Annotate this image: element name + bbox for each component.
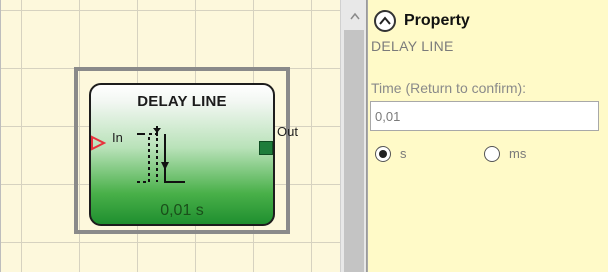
input-port-arrow-icon[interactable] xyxy=(90,135,106,151)
scrollbar-thumb[interactable] xyxy=(344,30,364,272)
block-delay-value: 0,01 s xyxy=(160,202,204,219)
input-port-label: In xyxy=(112,130,123,145)
unit-radio-ms[interactable] xyxy=(484,146,500,162)
delay-signal-icon xyxy=(137,126,185,183)
scroll-up-arrow-icon[interactable] xyxy=(341,6,368,26)
output-port[interactable] xyxy=(259,141,273,155)
component-name: DELAY LINE xyxy=(371,38,454,54)
time-field-label: Time (Return to confirm): xyxy=(371,80,527,96)
vertical-scrollbar[interactable] xyxy=(340,0,367,272)
unit-radio-s[interactable] xyxy=(375,146,391,162)
property-panel-header: Property xyxy=(374,10,470,32)
collapse-button[interactable] xyxy=(374,10,396,32)
unit-label-s: s xyxy=(400,146,407,161)
chevron-up-icon xyxy=(379,16,391,25)
output-port-label: Out xyxy=(277,124,298,139)
property-panel-title: Property xyxy=(404,12,470,29)
diagram-canvas[interactable]: DELAY LINE In 0,01 s Out xyxy=(0,0,340,272)
block-title: DELAY LINE xyxy=(137,93,227,110)
time-input[interactable] xyxy=(370,101,599,131)
property-panel: Property DELAY LINE Time (Return to conf… xyxy=(367,0,608,272)
unit-label-ms: ms xyxy=(509,146,527,161)
